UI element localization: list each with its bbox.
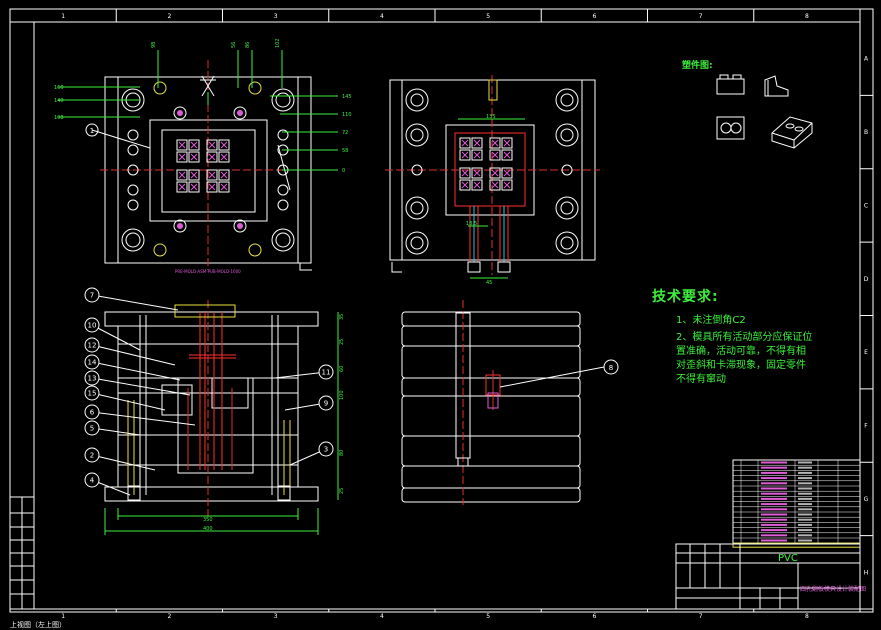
tech-line-5: 不得有窜动 bbox=[676, 374, 726, 385]
callout-right: 3 bbox=[324, 446, 328, 454]
title-block bbox=[675, 543, 861, 610]
dim-102: 102 bbox=[275, 38, 281, 48]
parts-drawing-label: 塑件图: bbox=[682, 61, 713, 71]
callout-8: 8 bbox=[609, 364, 613, 372]
dim-140: 140 bbox=[54, 98, 64, 104]
callout-left: 2 bbox=[90, 452, 94, 460]
dim-110: 110 bbox=[342, 112, 352, 118]
callout-left: 6 bbox=[90, 409, 95, 417]
dim-108: 108 bbox=[54, 115, 64, 121]
zone-number-top: 3 bbox=[274, 13, 278, 20]
callout-1: 1 bbox=[90, 127, 94, 135]
tech-line-2: 2、模具所有活动部分应保证位 bbox=[676, 332, 813, 343]
tech-line-1: 1、未注倒角C2 bbox=[676, 315, 746, 326]
zone-letter-right: D bbox=[864, 276, 869, 283]
callout-left: 12 bbox=[88, 342, 97, 350]
callout-right: 11 bbox=[322, 369, 331, 377]
zone-number-bottom: 7 bbox=[699, 613, 703, 620]
zone-number-top: 2 bbox=[167, 13, 171, 20]
dim-135: 135 bbox=[486, 114, 496, 120]
dim-160: 160 bbox=[54, 85, 64, 91]
zone-letter-right: C bbox=[864, 202, 868, 209]
technical-requirements-title: 技术要求: bbox=[652, 289, 719, 305]
zone-number-top: 5 bbox=[486, 13, 490, 20]
zone-number-bottom: 6 bbox=[592, 613, 596, 620]
callout-left: 13 bbox=[88, 375, 97, 383]
callout-left: 15 bbox=[88, 390, 97, 398]
callout-left: 10 bbox=[88, 322, 97, 330]
dim-18-5: 18.5 bbox=[466, 221, 477, 227]
tech-line-3: 置准确，活动可靠，不得有相 bbox=[676, 346, 806, 357]
zone-letter-right: H bbox=[864, 569, 869, 576]
fixed-half-plan-view: 135 45 18.5 bbox=[385, 75, 600, 286]
callout-right: 9 bbox=[324, 400, 328, 408]
dim-400: 400 bbox=[203, 526, 213, 532]
cad-drawing-sheet: 1122334455667788ABCDEFGH 1 160 140 108 1… bbox=[9, 8, 874, 620]
dim-350: 350 bbox=[203, 517, 213, 523]
zone-number-top: 1 bbox=[61, 13, 65, 20]
dim-72: 72 bbox=[342, 130, 348, 136]
callout-left: 14 bbox=[88, 359, 97, 367]
drawing-name: 四孔翻板模具设计装配图 bbox=[800, 586, 867, 593]
zone-letter-right: A bbox=[864, 56, 869, 63]
dim-56: 56 bbox=[231, 42, 237, 48]
status-bar-text: 上视图（左上图） bbox=[10, 621, 66, 629]
dim-0: 0 bbox=[342, 168, 345, 174]
callout-left: 4 bbox=[90, 477, 95, 485]
part-views bbox=[716, 74, 813, 149]
zone-number-bottom: 3 bbox=[274, 613, 278, 620]
callout-left: 7 bbox=[90, 292, 94, 300]
dim-58: 58 bbox=[342, 148, 348, 154]
border-zone-markers: 1122334455667788ABCDEFGH bbox=[61, 9, 873, 620]
zone-number-top: 8 bbox=[805, 13, 809, 20]
dim-98: 98 bbox=[151, 42, 157, 48]
top-view-caption: PRE-MOLD-ASM-PUB-MOLD-1000 bbox=[175, 269, 241, 274]
zone-letter-right: B bbox=[864, 129, 868, 136]
front-right-dim: 60 bbox=[339, 366, 345, 372]
zone-number-bottom: 2 bbox=[167, 613, 171, 620]
bill-of-materials-table bbox=[732, 459, 861, 548]
dim-145: 145 bbox=[342, 94, 352, 100]
zone-number-top: 7 bbox=[699, 13, 703, 20]
zone-number-top: 4 bbox=[380, 13, 384, 20]
front-right-dim: 25 bbox=[339, 339, 345, 345]
front-right-dim: 100 bbox=[339, 390, 345, 400]
tech-line-4: 对歪斜和卡滞现象，固定零件 bbox=[676, 360, 806, 371]
left-revision-strip bbox=[9, 496, 35, 610]
zone-number-top: 6 bbox=[592, 13, 596, 20]
zone-number-bottom: 1 bbox=[61, 613, 65, 620]
moving-half-plan-view: 1 160 140 108 145 110 72 58 0 98 56 86 1… bbox=[54, 38, 352, 274]
front-right-dim: 80 bbox=[339, 450, 345, 456]
zone-number-bottom: 4 bbox=[380, 613, 384, 620]
side-section-view: 8 bbox=[401, 300, 619, 505]
outer-border bbox=[9, 8, 874, 613]
front-right-dim: 25 bbox=[339, 488, 345, 494]
zone-number-bottom: 8 bbox=[805, 613, 809, 620]
zone-letter-right: F bbox=[864, 423, 868, 430]
zone-letter-right: G bbox=[864, 496, 869, 503]
callout-left: 5 bbox=[90, 425, 94, 433]
zone-number-bottom: 5 bbox=[486, 613, 490, 620]
front-section-view: 350 400 35 25 60 100 80 25 7 10 12 14 13 15 6 5 2 4 11 9… bbox=[84, 287, 345, 535]
front-right-dim: 35 bbox=[339, 314, 345, 320]
material-value: PVC bbox=[778, 553, 798, 564]
zone-letter-right: E bbox=[864, 349, 868, 356]
dim-45: 45 bbox=[486, 280, 492, 286]
dim-86: 86 bbox=[245, 42, 251, 48]
